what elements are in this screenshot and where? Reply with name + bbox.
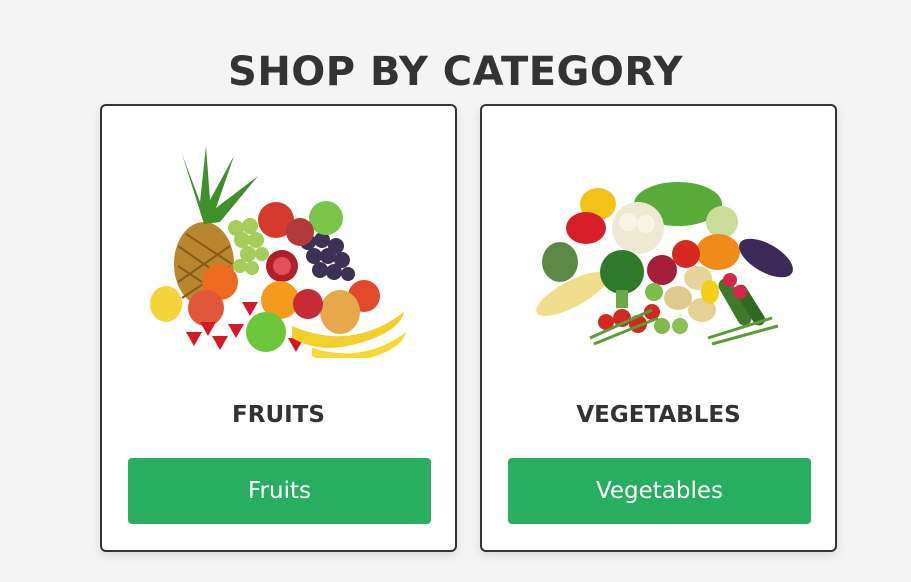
vegetables-button[interactable]: Vegetables [508, 458, 811, 524]
fruits-image [102, 142, 455, 358]
vegetables-image [482, 142, 835, 358]
category-card-vegetables: VEGETABLES Vegetables [480, 104, 837, 552]
category-name: VEGETABLES [576, 402, 741, 428]
page-title: SHOP BY CATEGORY [228, 48, 683, 95]
fruits-button[interactable]: Fruits [128, 458, 431, 524]
category-card-fruits: FRUITS Fruits [100, 104, 457, 552]
category-name: FRUITS [232, 402, 325, 428]
